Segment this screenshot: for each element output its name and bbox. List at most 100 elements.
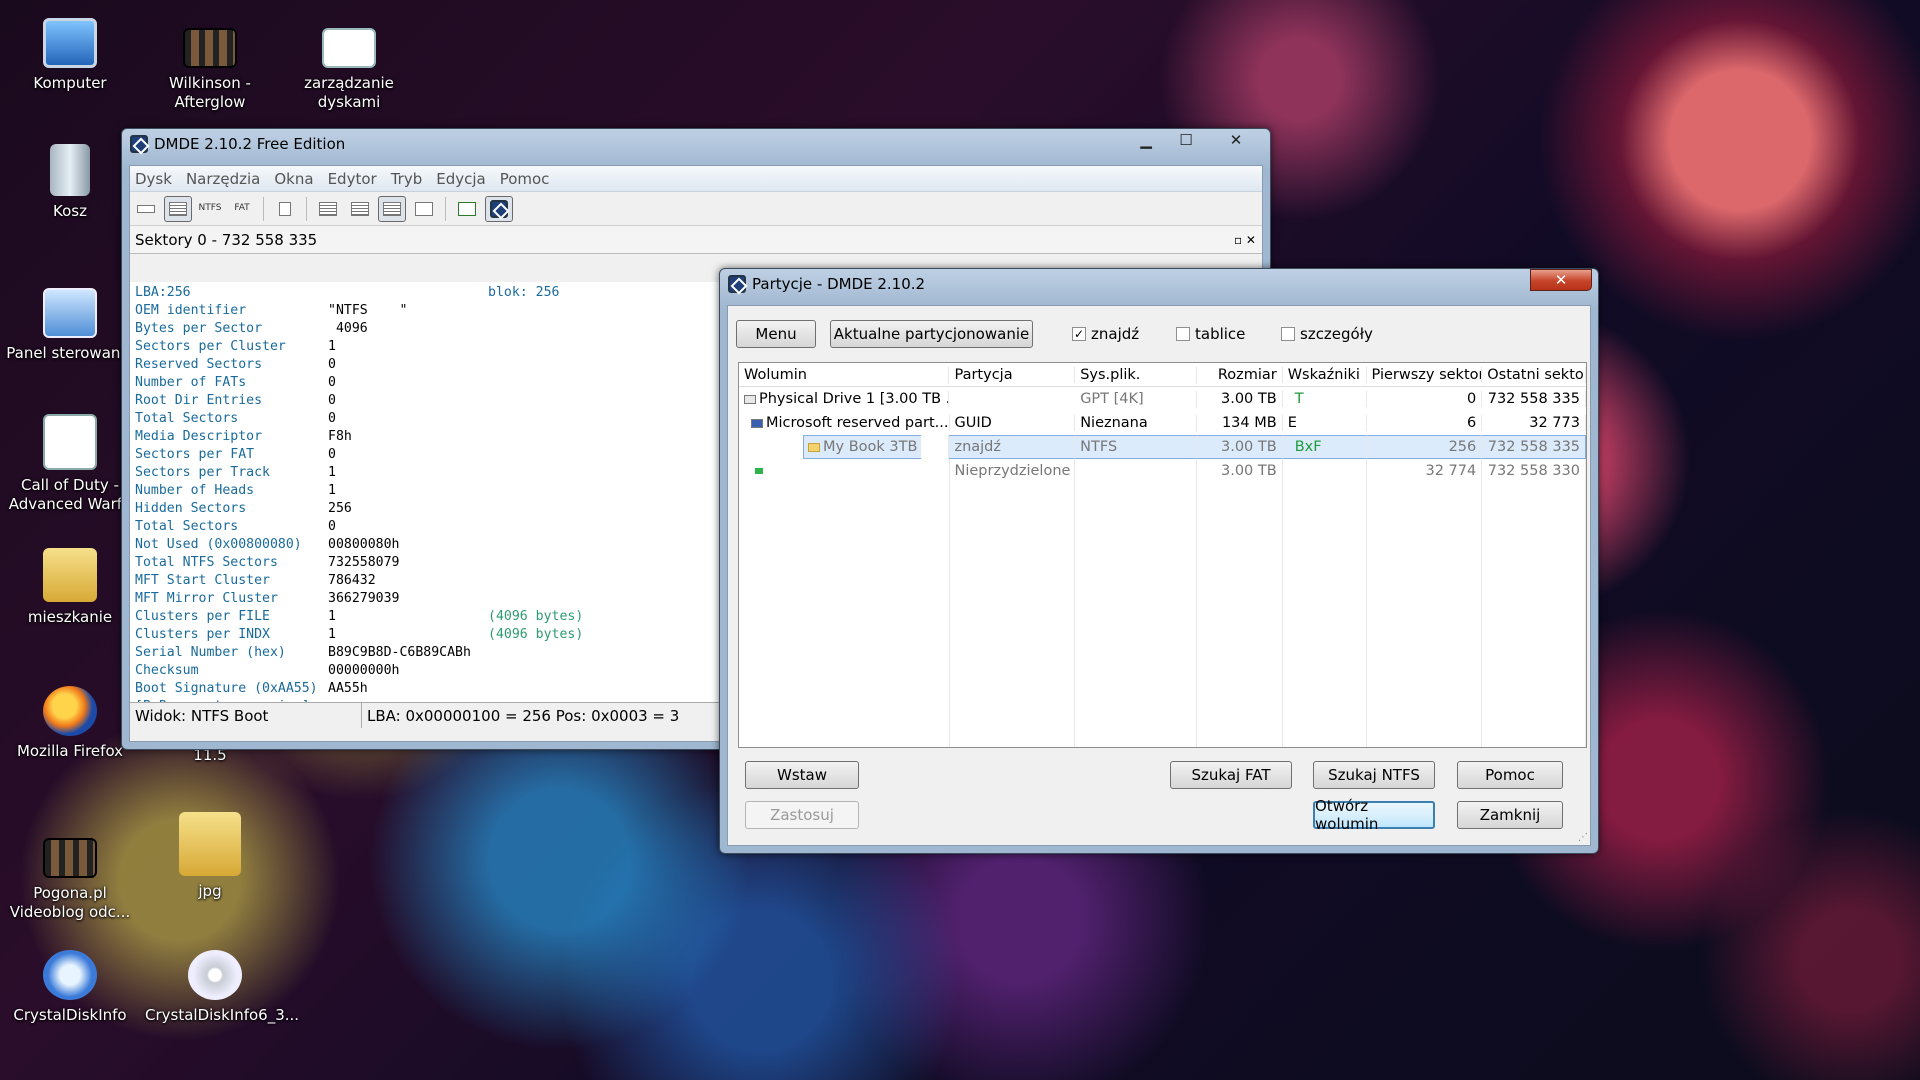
boot-field-row[interactable]: Total NTFS Sectors 732558079 xyxy=(135,554,720,572)
boot-field-row[interactable]: Clusters per INDX 1 (4096 bytes) xyxy=(135,626,720,644)
desktop-icon-crystaldiskinfo-archive[interactable]: CrystalDiskInfo6_3... xyxy=(145,950,299,1025)
boot-field-row[interactable]: Total Sectors 0 xyxy=(135,410,720,428)
menu-button[interactable]: Menu xyxy=(736,320,816,348)
toolbar-separator xyxy=(445,196,446,221)
boot-field-row[interactable]: Boot Signature (0xAA55) AA55h xyxy=(135,680,720,698)
desktop-icon-jpg[interactable]: jpg xyxy=(145,812,275,901)
boot-field-row[interactable]: OEM identifier "NTFS " xyxy=(135,302,720,320)
list-view-button[interactable] xyxy=(346,196,374,222)
checkbox-unchecked[interactable] xyxy=(1176,327,1190,341)
boot-field-row[interactable]: Clusters per FILE 1 (4096 bytes) xyxy=(135,608,720,626)
game-shortcut-icon xyxy=(43,414,97,470)
desktop-icon-panel[interactable]: Panel sterowania xyxy=(5,288,135,363)
checkbox-unchecked[interactable] xyxy=(1281,327,1295,341)
boot-field-row[interactable]: Sectors per FAT 0 xyxy=(135,446,720,464)
desktop-icon-kosz[interactable]: Kosz xyxy=(5,144,135,221)
field-value: 256 xyxy=(328,501,352,516)
copy-sectors-button[interactable] xyxy=(453,196,481,222)
ntfs-boot-template-view[interactable]: LBA:256 blok: 256 OEM identifier "NTFS " Byt… xyxy=(130,282,720,702)
desktop-icon-pogona[interactable]: Pogona.pl Videoblog odc... xyxy=(5,838,135,922)
desktop-icon-zarzadzanie[interactable]: zarządzanie dyskami xyxy=(284,28,414,112)
resize-grip-icon[interactable]: ⋰ xyxy=(1578,832,1588,843)
column-header-size[interactable]: Rozmiar xyxy=(1197,366,1283,383)
hex-view-button[interactable] xyxy=(410,196,438,222)
file-button[interactable] xyxy=(271,196,299,222)
menu-tryb[interactable]: Tryb xyxy=(391,170,423,188)
boot-field-row[interactable]: Reserved Sectors 0 xyxy=(135,356,720,374)
fat-search-button[interactable]: FAT xyxy=(228,196,256,222)
table-row[interactable]: Microsoft reserved part... GUID Nieznana… xyxy=(739,411,1586,435)
table-row[interactable]: Physical Drive 1 [3.00 TB ... GPT [4K] 3… xyxy=(739,387,1586,411)
menu-edytor[interactable]: Edytor xyxy=(328,170,377,188)
field-value: 1 xyxy=(328,627,336,642)
boot-field-row[interactable]: MFT Start Cluster 786432 xyxy=(135,572,720,590)
boot-field-row[interactable]: Serial Number (hex) B89C9B8D-C6B89CABh xyxy=(135,644,720,662)
menu-narzedzia[interactable]: Narzędzia xyxy=(186,170,260,188)
boot-field-row[interactable]: Not Used (0x00800080) 00800080h xyxy=(135,536,720,554)
close-dialog-button[interactable]: Zamknij xyxy=(1457,801,1563,829)
partitions-button[interactable] xyxy=(164,195,192,222)
boot-field-row[interactable]: Bytes per Sector 4096 xyxy=(135,320,720,338)
column-header-partition[interactable]: Partycja xyxy=(949,366,1076,383)
checkbox-checked[interactable]: ✓ xyxy=(1072,327,1086,341)
tables-checkbox[interactable]: tablice xyxy=(1176,325,1245,343)
boot-field-row[interactable]: Checksum 00000000h xyxy=(135,662,720,680)
dialog-close-button[interactable]: ✕ xyxy=(1530,269,1592,291)
boot-field-row[interactable]: Number of Heads 1 xyxy=(135,482,720,500)
apply-button[interactable]: Zastosuj xyxy=(745,801,859,829)
desktop-icon-cod[interactable]: Call of Duty - Advanced Warfa xyxy=(5,414,135,514)
boot-field-row[interactable]: Sectors per Cluster 1 xyxy=(135,338,720,356)
table-row[interactable]: My Book 3TB znajdź NTFS 3.00 TB BxF 256 … xyxy=(739,435,1587,459)
dmde-titlebar[interactable]: DMDE 2.10.2 Free Edition xyxy=(122,129,1270,159)
boot-field-row[interactable]: LBA:256 blok: 256 xyxy=(135,284,720,302)
help-button[interactable]: Pomoc xyxy=(1457,761,1563,789)
maximize-button[interactable]: ☐ xyxy=(1167,129,1205,151)
details-checkbox[interactable]: szczegóły xyxy=(1281,325,1373,343)
desktop-icon-wilkinson[interactable]: Wilkinson - Afterglow xyxy=(145,28,275,112)
boot-field-row[interactable]: Root Dir Entries 0 xyxy=(135,392,720,410)
about-button[interactable] xyxy=(485,195,513,222)
column-header-flags[interactable]: Wskaźniki xyxy=(1283,366,1367,383)
desktop-icon-firefox[interactable]: Mozilla Firefox xyxy=(5,686,135,761)
column-header-last-sector[interactable]: Ostatni sektor xyxy=(1482,366,1587,383)
boot-field-row[interactable]: Media Descriptor F8h xyxy=(135,428,720,446)
menu-okna[interactable]: Okna xyxy=(274,170,313,188)
search-fat-button[interactable]: Szukaj FAT xyxy=(1170,761,1292,789)
details-label: szczegóły xyxy=(1300,325,1373,343)
column-header-volume[interactable]: Wolumin xyxy=(739,366,950,383)
found-checkbox[interactable]: ✓ znajdź xyxy=(1072,325,1139,343)
table-row[interactable]: Nieprzydzielone 3.00 TB 32 774 732 558 3… xyxy=(739,459,1586,483)
partitions-titlebar[interactable]: Partycje - DMDE 2.10.2 xyxy=(720,269,1598,299)
current-partitioning-button[interactable]: Aktualne partycjonowanie xyxy=(830,320,1033,348)
menu-dysk[interactable]: Dysk xyxy=(135,170,172,188)
drive-button[interactable] xyxy=(132,196,160,222)
field-value: 366279039 xyxy=(328,591,400,606)
field-name: Number of Heads xyxy=(135,483,255,498)
ntfs-search-button[interactable]: NTFS xyxy=(196,196,224,222)
boot-field-row[interactable]: Hidden Sectors 256 xyxy=(135,500,720,518)
menu-edycja[interactable]: Edycja xyxy=(436,170,485,188)
insert-button[interactable]: Wstaw xyxy=(745,761,859,789)
last-sector-cell: 732 558 335 xyxy=(1482,435,1587,459)
close-button[interactable]: ✕ xyxy=(1207,129,1265,151)
boot-field-row[interactable]: Sectors per Track 1 xyxy=(135,464,720,482)
template-view-button[interactable] xyxy=(378,195,406,222)
desktop-icon-crystaldiskinfo[interactable]: CrystalDiskInfo xyxy=(5,950,135,1025)
panel-controls[interactable]: ▫ ✕ xyxy=(1234,233,1256,247)
recycle-bin-icon xyxy=(50,144,90,196)
search-ntfs-button[interactable]: Szukaj NTFS xyxy=(1313,761,1435,789)
folder-icon xyxy=(808,442,820,452)
boot-field-row[interactable]: Total Sectors 0 xyxy=(135,518,720,536)
boot-field-row[interactable]: Number of FATs 0 xyxy=(135,374,720,392)
boot-field-row[interactable]: MFT Mirror Cluster 366279039 xyxy=(135,590,720,608)
open-volume-button[interactable]: Otwórz wolumin xyxy=(1313,797,1435,833)
tree-view-button[interactable] xyxy=(314,196,342,222)
video-file-icon xyxy=(183,28,237,68)
column-header-filesystem[interactable]: Sys.plik. xyxy=(1075,366,1197,383)
first-sector-cell: 0 xyxy=(1367,391,1483,407)
column-header-first-sector[interactable]: Pierwszy sektor xyxy=(1367,366,1483,383)
desktop-icon-mieszkanie[interactable]: mieszkanie xyxy=(5,548,135,627)
minimize-button[interactable]: ▁ xyxy=(1127,129,1165,151)
menu-pomoc[interactable]: Pomoc xyxy=(500,170,550,188)
desktop-icon-komputer[interactable]: Komputer xyxy=(5,18,135,93)
